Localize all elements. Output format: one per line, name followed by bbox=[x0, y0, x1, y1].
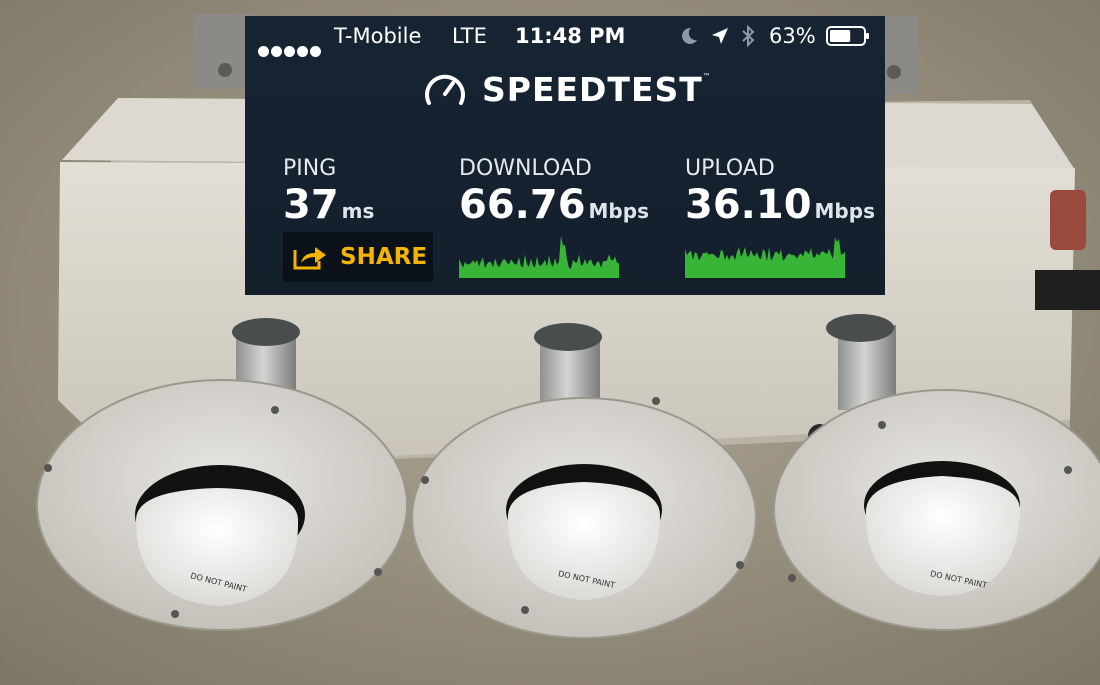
upload-speed-graph bbox=[685, 237, 845, 278]
upload-label: UPLOAD bbox=[685, 156, 775, 181]
speed-graph-area bbox=[459, 235, 619, 278]
ping-value: 37 bbox=[283, 182, 339, 228]
carrier-name: T-Mobile bbox=[334, 24, 422, 48]
location-arrow-icon bbox=[712, 28, 728, 44]
share-arrow-icon bbox=[293, 247, 326, 270]
trademark-symbol: ™ bbox=[702, 72, 712, 81]
bluetooth-icon bbox=[742, 24, 755, 48]
speedtest-result-panel: T-Mobile LTE 11:48 PM 63% SPEEDTEST™ PIN… bbox=[245, 16, 885, 295]
speed-graph-area bbox=[685, 237, 845, 278]
battery-percent: 63% bbox=[769, 24, 816, 48]
battery-icon bbox=[826, 26, 869, 46]
share-label: SHARE bbox=[340, 244, 428, 270]
network-type: LTE bbox=[452, 24, 487, 48]
ios-status-bar: T-Mobile LTE 11:48 PM 63% bbox=[245, 16, 885, 57]
download-unit: Mbps bbox=[588, 199, 649, 223]
upload-unit: Mbps bbox=[814, 199, 875, 223]
download-result: DOWNLOAD 66.76 Mbps bbox=[459, 156, 649, 234]
download-speed-graph bbox=[459, 235, 619, 278]
share-button[interactable]: SHARE bbox=[283, 232, 433, 282]
logo-wordmark: SPEEDTEST bbox=[482, 70, 703, 109]
download-value: 66.76 bbox=[459, 182, 586, 228]
ping-result: PING 37 ms bbox=[283, 156, 374, 234]
ping-unit: ms bbox=[341, 199, 375, 223]
status-time: 11:48 PM bbox=[515, 24, 626, 48]
do-not-disturb-moon-icon bbox=[682, 27, 697, 44]
download-label: DOWNLOAD bbox=[459, 156, 592, 181]
ping-label: PING bbox=[283, 156, 337, 181]
upload-value: 36.10 bbox=[685, 182, 812, 228]
speedometer-icon bbox=[425, 74, 465, 105]
signal-strength-icon bbox=[258, 30, 323, 70]
upload-result: UPLOAD 36.10 Mbps bbox=[685, 156, 875, 234]
